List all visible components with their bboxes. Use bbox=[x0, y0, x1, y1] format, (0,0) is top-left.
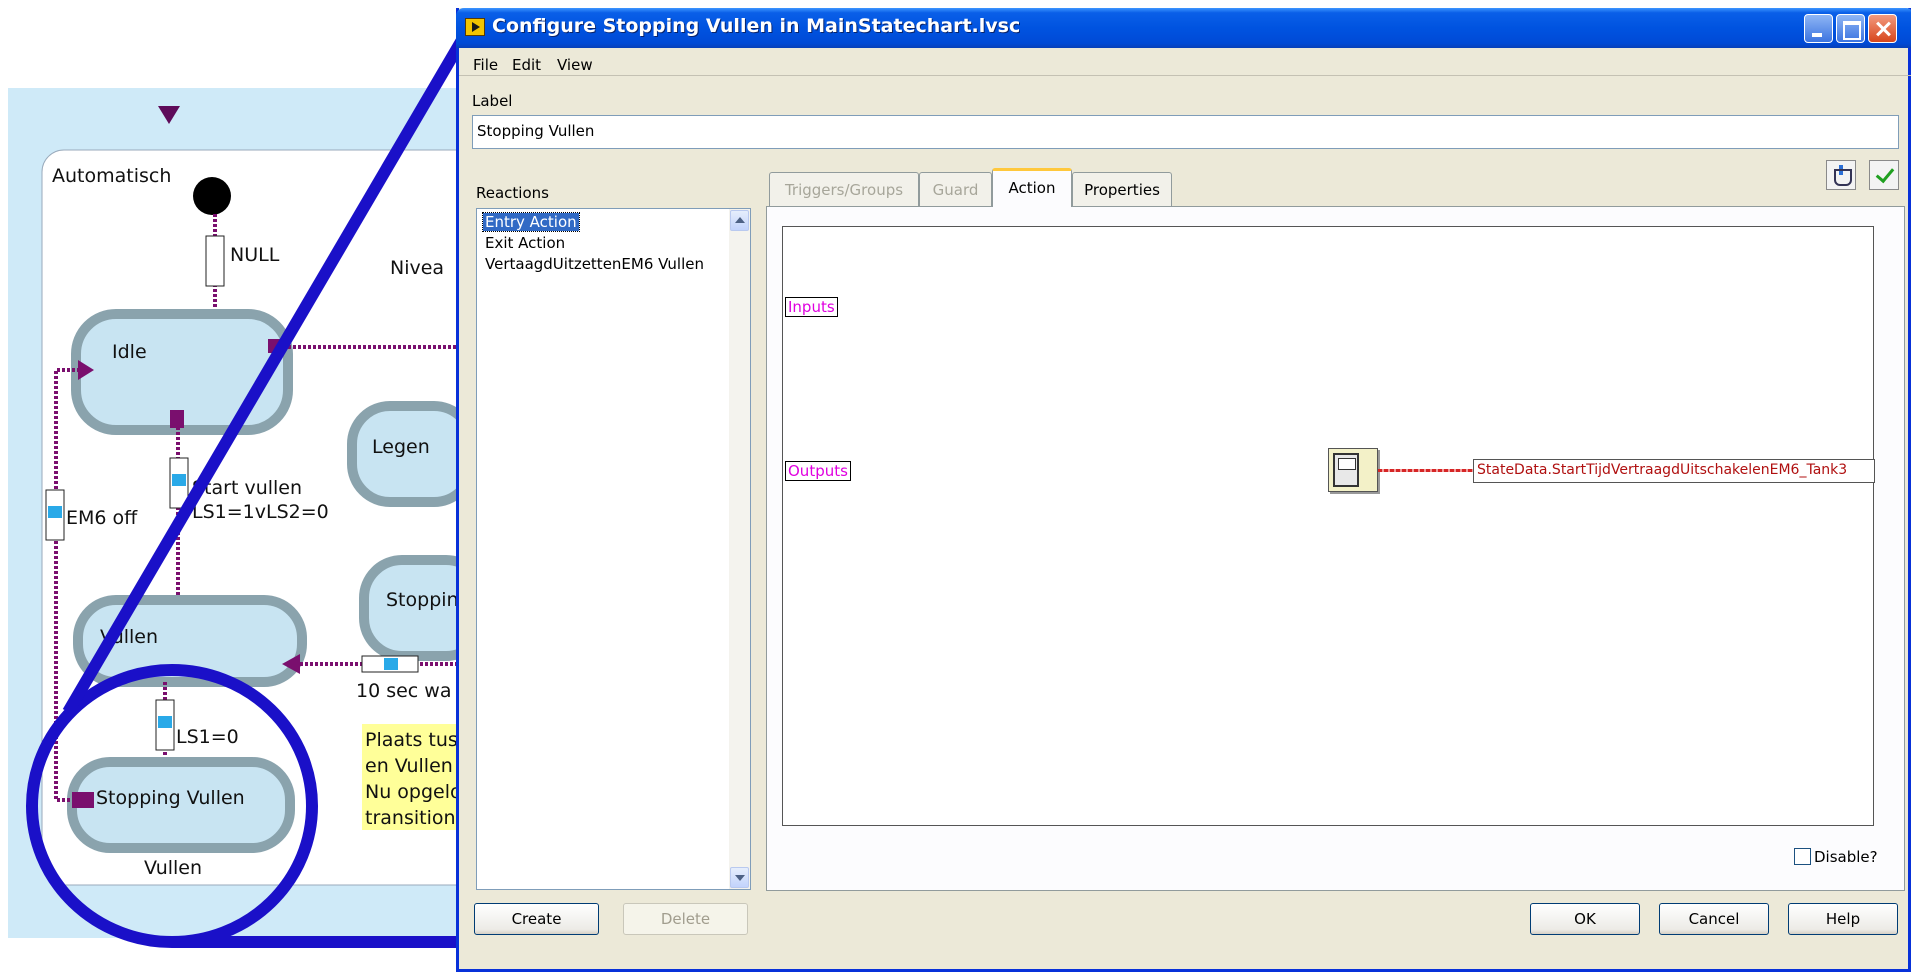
ok-button[interactable]: OK bbox=[1530, 903, 1640, 935]
help-button[interactable]: Help bbox=[1788, 903, 1898, 935]
scroll-down-icon[interactable] bbox=[730, 867, 749, 888]
superstate-label: Vullen bbox=[144, 857, 202, 879]
reactions-caption: Reactions bbox=[476, 184, 549, 202]
data-wire[interactable] bbox=[1378, 469, 1473, 472]
tab-triggers-groups[interactable]: Triggers/Groups bbox=[769, 172, 919, 206]
minimize-button[interactable] bbox=[1804, 14, 1833, 43]
reactions-list[interactable]: Entry Action Exit Action VertaagdUitzett… bbox=[476, 208, 751, 890]
transition-nivea-label: Nivea bbox=[390, 257, 444, 279]
note-line-1: Plaats tus bbox=[365, 729, 458, 751]
reactions-scrollbar[interactable] bbox=[729, 209, 750, 889]
menu-file[interactable]: File bbox=[473, 56, 498, 74]
action-block-diagram[interactable]: Inputs Outputs StateData.StartTijdVertra… bbox=[782, 226, 1875, 826]
reaction-entry-action[interactable]: Entry Action bbox=[482, 212, 580, 232]
tick-count-node-icon[interactable] bbox=[1328, 448, 1378, 492]
configure-state-dialog: Configure Stopping Vullen in MainStatech… bbox=[456, 8, 1911, 972]
note-line-3: Nu opgelo bbox=[365, 781, 462, 803]
outputs-terminal[interactable]: Outputs bbox=[785, 461, 851, 481]
action-tab-panel: Inputs Outputs StateData.StartTijdVertra… bbox=[766, 206, 1905, 891]
initial-pseudostate bbox=[193, 177, 231, 215]
delete-button[interactable]: Delete bbox=[623, 903, 748, 935]
state-idle-label: Idle bbox=[112, 341, 147, 363]
transition-wait-label: 10 sec wa bbox=[356, 680, 451, 702]
window-title: Configure Stopping Vullen in MainStatech… bbox=[492, 15, 1021, 37]
note-line-4: transition bbox=[365, 807, 456, 829]
tab-action[interactable]: Action bbox=[992, 168, 1072, 207]
scroll-up-icon[interactable] bbox=[730, 210, 749, 231]
title-bar[interactable]: Configure Stopping Vullen in MainStatech… bbox=[456, 8, 1911, 48]
menu-edit[interactable]: Edit bbox=[512, 56, 541, 74]
check-icon[interactable] bbox=[1869, 160, 1899, 190]
null-transition-node[interactable] bbox=[205, 235, 225, 287]
state-stopping-label: Stoppin bbox=[386, 589, 459, 611]
create-button[interactable]: Create bbox=[474, 903, 599, 935]
reaction-vertaagd-uitzetten[interactable]: VertaagdUitzettenEM6 Vullen bbox=[483, 255, 706, 273]
region-label: Automatisch bbox=[52, 165, 171, 187]
disable-checkbox[interactable] bbox=[1794, 848, 1811, 865]
labview-app-icon bbox=[465, 18, 485, 36]
inputs-terminal[interactable]: Inputs bbox=[785, 297, 838, 317]
tab-guard[interactable]: Guard bbox=[919, 172, 992, 206]
transition-start-vullen-guard: LS1=1vLS2=0 bbox=[192, 501, 329, 523]
reaction-exit-action[interactable]: Exit Action bbox=[483, 234, 567, 252]
tab-properties[interactable]: Properties bbox=[1072, 172, 1172, 206]
transition-em6-off-label: EM6 off bbox=[66, 507, 138, 529]
state-legen-label: Legen bbox=[372, 436, 430, 458]
transition-null-label: NULL bbox=[230, 244, 280, 266]
state-stopping-vullen-label: Stopping Vullen bbox=[96, 787, 245, 809]
maximize-button[interactable] bbox=[1836, 14, 1865, 43]
cancel-button[interactable]: Cancel bbox=[1659, 903, 1769, 935]
save-icon[interactable] bbox=[1826, 160, 1856, 190]
close-button[interactable] bbox=[1868, 14, 1897, 43]
disable-label: Disable? bbox=[1814, 848, 1878, 866]
state-label-input[interactable]: Stopping Vullen bbox=[472, 115, 1899, 149]
menu-bar: File Edit View bbox=[459, 50, 1911, 76]
output-indicator[interactable]: StateData.StartTijdVertraagdUitschakelen… bbox=[1473, 459, 1875, 483]
transition-ls1-label: LS1=0 bbox=[176, 726, 239, 748]
label-caption: Label bbox=[472, 92, 513, 110]
menu-view[interactable]: View bbox=[557, 56, 593, 74]
note-line-2: en Vullen bbox=[365, 755, 453, 777]
